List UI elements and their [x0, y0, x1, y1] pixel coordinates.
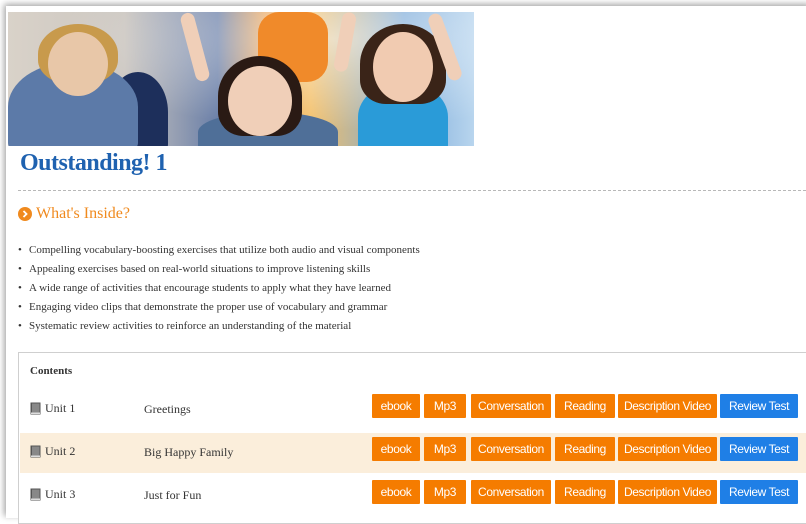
conversation-button[interactable]: Conversation	[471, 480, 551, 504]
list-item: Appealing exercises based on real-world …	[18, 260, 420, 279]
contents-panel: Contents Unit 1 Greetings ebook Mp3 Conv…	[18, 352, 806, 524]
circle-arrow-icon	[18, 207, 32, 221]
book-icon	[30, 488, 41, 501]
list-item: Compelling vocabulary-boosting exercises…	[18, 241, 420, 260]
unit-topic: Greetings	[144, 402, 191, 416]
table-row-unit-2: Unit 2 Big Happy Family ebook Mp3 Conver…	[20, 433, 806, 473]
unit-label: Unit 1	[45, 401, 76, 415]
feature-list: Compelling vocabulary-boosting exercises…	[18, 241, 420, 336]
description-video-button[interactable]: Description Video	[618, 437, 717, 461]
conversation-button[interactable]: Conversation	[471, 394, 551, 418]
mp3-button[interactable]: Mp3	[424, 394, 466, 418]
table-row-unit-3: Unit 3 Just for Fun ebook Mp3 Conversati…	[20, 476, 806, 516]
list-item: A wide range of activities that encourag…	[18, 279, 420, 298]
review-test-button[interactable]: Review Test	[720, 480, 798, 504]
review-test-button[interactable]: Review Test	[720, 394, 798, 418]
list-item: Engaging video clips that demonstrate th…	[18, 298, 420, 317]
ebook-button[interactable]: ebook	[372, 437, 420, 461]
reading-button[interactable]: Reading	[555, 480, 615, 504]
ebook-button[interactable]: ebook	[372, 480, 420, 504]
unit-topic: Big Happy Family	[144, 445, 234, 459]
table-row-unit-1: Unit 1 Greetings ebook Mp3 Conversation …	[20, 390, 806, 430]
mp3-button[interactable]: Mp3	[424, 480, 466, 504]
description-video-button[interactable]: Description Video	[618, 480, 717, 504]
reading-button[interactable]: Reading	[555, 437, 615, 461]
book-icon	[30, 445, 41, 458]
reading-button[interactable]: Reading	[555, 394, 615, 418]
divider	[18, 190, 806, 191]
page-title: Outstanding! 1	[20, 150, 168, 176]
description-video-button[interactable]: Description Video	[618, 394, 717, 418]
whats-inside-heading: What's Inside?	[18, 205, 130, 223]
unit-label: Unit 3	[45, 487, 76, 501]
unit-label: Unit 2	[45, 444, 76, 458]
hero-banner-image	[8, 12, 474, 146]
review-test-button[interactable]: Review Test	[720, 437, 798, 461]
contents-heading: Contents	[30, 365, 73, 377]
book-icon	[30, 402, 41, 415]
mp3-button[interactable]: Mp3	[424, 437, 466, 461]
list-item: Systematic review activities to reinforc…	[18, 317, 420, 336]
ebook-button[interactable]: ebook	[372, 394, 420, 418]
whats-inside-label: What's Inside?	[36, 205, 130, 222]
unit-topic: Just for Fun	[144, 488, 202, 502]
conversation-button[interactable]: Conversation	[471, 437, 551, 461]
